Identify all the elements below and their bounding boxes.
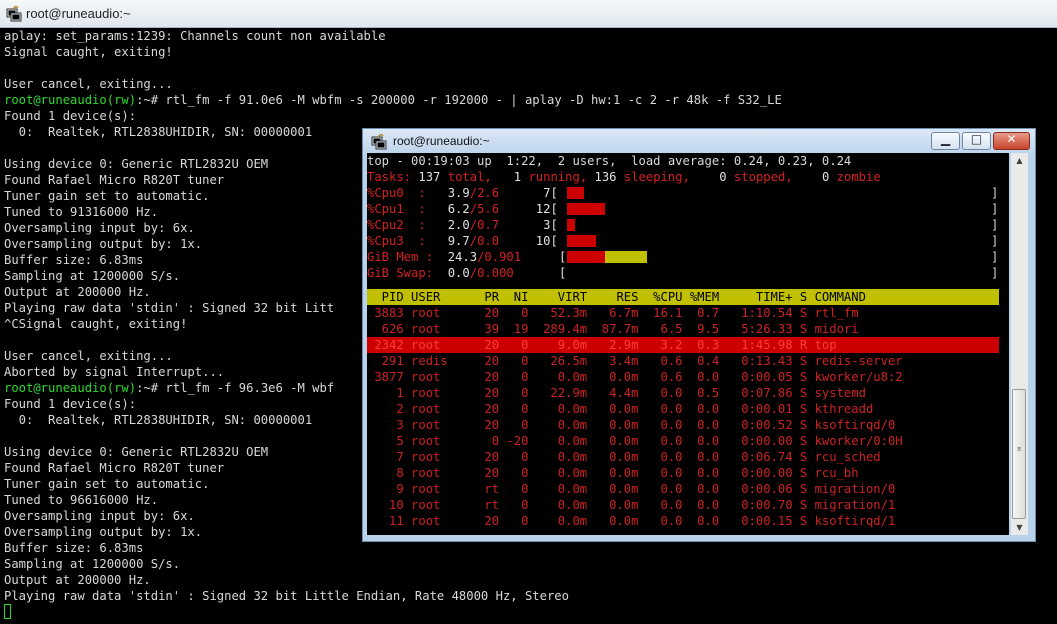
- process-row[interactable]: 291 redis 20 0 26.5m 3.4m 0.6 0.4 0:13.4…: [367, 353, 1009, 369]
- process-row[interactable]: 3 root 20 0 0.0m 0.0m 0.0 0.0 0:00.52 S …: [367, 417, 1009, 433]
- terminal-line: Playing raw data 'stdin' : Signed 32 bit…: [4, 589, 569, 603]
- terminal-line: aplay: set_params:1239: Channels count n…: [4, 29, 386, 43]
- process-row[interactable]: 9 root rt 0 0.0m 0.0m 0.0 0.0 0:00.06 S …: [367, 481, 1009, 497]
- tasks-total-label: total,: [440, 170, 492, 184]
- cpu-count: 10: [499, 234, 551, 248]
- terminal-line: Found 1 device(s):: [4, 109, 137, 123]
- tasks-running-label: running,: [521, 170, 588, 184]
- terminal-line: Output at 200000 Hz.: [4, 573, 151, 587]
- shell-command: :~# rtl_fm -f 96.3e6 -M wbf: [136, 381, 335, 395]
- tasks-zombie-label: zombie: [829, 170, 881, 184]
- process-row[interactable]: 10 root rt 0 0.0m 0.0m 0.0 0.0 0:00.70 S…: [367, 497, 1009, 513]
- swap-total: /0.000: [469, 266, 514, 280]
- cpu-label: %Cpu3 :: [367, 234, 426, 248]
- cpu-system: /0.7: [469, 218, 500, 232]
- process-row[interactable]: 2 root 20 0 0.0m 0.0m 0.0 0.0 0:00.01 S …: [367, 401, 1009, 417]
- cpu-line: %Cpu3 : 9.7/0.0 10[]: [367, 234, 999, 248]
- terminal-line: root@runeaudio(rw):~# rtl_fm -f 91.0e6 -…: [4, 92, 1054, 108]
- close-icon: ✕: [1006, 132, 1017, 146]
- cpu-user: 2.0: [425, 218, 470, 232]
- scrollbar-thumb[interactable]: ≡: [1012, 389, 1026, 519]
- cpu-label: %Cpu2 :: [367, 218, 426, 232]
- cpu-label: %Cpu0 :: [367, 186, 426, 200]
- mem-total: /0.901: [477, 250, 522, 264]
- swap-used: 0.0: [433, 266, 470, 280]
- process-row[interactable]: 1 root 20 0 22.9m 4.4m 0.0 0.5 0:07.86 S…: [367, 385, 1009, 401]
- process-row[interactable]: 626 root 39 19 289.4m 87.7m 6.5 9.5 5:26…: [367, 321, 1009, 337]
- swap-line: GiB Swap: 0.0/0.000[]: [367, 266, 999, 280]
- cpu-user: 3.9: [425, 186, 470, 200]
- tasks-line: Tasks: 137 total, 1 running, 136 sleepin…: [367, 169, 1009, 185]
- main-window-titlebar[interactable]: root@runeaudio:~: [0, 0, 1057, 28]
- process-row[interactable]: 2342 root 20 0 9.0m 2.9m 3.2 0.3 1:45.98…: [367, 337, 999, 353]
- cpu-line: %Cpu1 : 6.2/5.6 12[]: [367, 202, 999, 216]
- tasks-label: Tasks:: [367, 170, 412, 184]
- top-window[interactable]: root@runeaudio:~ ▁ □ ✕ top - 00:19:03 up…: [362, 128, 1036, 542]
- terminal-line: Sampling at 1200000 S/s.: [4, 557, 181, 571]
- tasks-sleeping-label: sleeping,: [616, 170, 690, 184]
- cpu-usage-bar: [567, 235, 596, 247]
- terminal-line: Buffer size: 6.83ms: [4, 541, 144, 555]
- text-cursor: [4, 604, 11, 619]
- top-window-titlebar[interactable]: root@runeaudio:~ ▁ □ ✕: [363, 129, 1035, 153]
- cpu-count: 3: [499, 218, 551, 232]
- top-summary-line: top - 00:19:03 up 1:22, 2 users, load av…: [367, 154, 852, 168]
- process-row[interactable]: 5 root 0 -20 0.0m 0.0m 0.0 0.0 0:00.00 S…: [367, 433, 1009, 449]
- cpu-usage-bar: [567, 203, 605, 215]
- main-window-title: root@runeaudio:~: [26, 6, 131, 21]
- process-row[interactable]: 8 root 20 0 0.0m 0.0m 0.0 0.0 0:00.00 S …: [367, 465, 1009, 481]
- process-row[interactable]: 11 root 20 0 0.0m 0.0m 0.0 0.0 0:00.15 S…: [367, 513, 1009, 529]
- cursor-line: [4, 604, 1054, 620]
- mem-used: 24.3: [433, 250, 478, 264]
- top-window-title: root@runeaudio:~: [393, 134, 490, 148]
- terminal-line: User cancel, exiting...: [4, 77, 173, 91]
- cpu-usage-bar: [567, 187, 584, 199]
- cpu-label: %Cpu1 :: [367, 202, 426, 216]
- cpu-user: 9.7: [425, 234, 470, 248]
- tasks-stopped-label: stopped,: [726, 170, 793, 184]
- process-table-header: PID USER PR NI VIRT RES %CPU %MEM TIME+ …: [367, 289, 999, 305]
- putty-icon: [371, 134, 387, 150]
- mem-label: GiB Mem :: [367, 250, 434, 264]
- shell-command: :~# rtl_fm -f 91.0e6 -M wbfm -s 200000 -…: [136, 93, 782, 107]
- maximize-icon: □: [970, 132, 983, 146]
- cpu-user: 6.2: [425, 202, 470, 216]
- scroll-up-icon[interactable]: ▲: [1011, 153, 1028, 168]
- cpu-count: 12: [499, 202, 551, 216]
- shell-prompt: root@runeaudio(rw): [4, 381, 137, 395]
- tasks-running: 1: [491, 170, 522, 184]
- process-row[interactable]: 7 root 20 0 0.0m 0.0m 0.0 0.0 0:06.74 S …: [367, 449, 1009, 465]
- cpu-system: /5.6: [469, 202, 500, 216]
- minimize-icon: ▁: [940, 132, 951, 146]
- tasks-zombie: 0: [792, 170, 830, 184]
- cpu-line: %Cpu2 : 2.0/0.7 3[]: [367, 218, 999, 232]
- cpu-count: 7: [499, 186, 551, 200]
- mem-line: GiB Mem : 24.3/0.901[]: [367, 250, 999, 264]
- putty-icon: [6, 6, 22, 22]
- process-row[interactable]: 3883 root 20 0 52.3m 6.7m 16.1 0.7 1:10.…: [367, 305, 1009, 321]
- maximize-button[interactable]: □: [962, 132, 991, 150]
- tasks-total: 137: [411, 170, 441, 184]
- cpu-system: /0.0: [469, 234, 500, 248]
- mem-bar-cache: [605, 251, 647, 263]
- tasks-sleeping: 136: [587, 170, 617, 184]
- shell-prompt: root@runeaudio(rw): [4, 93, 137, 107]
- minimize-button[interactable]: ▁: [931, 132, 960, 150]
- cpu-usage-bar: [567, 219, 575, 231]
- terminal-line: Signal caught, exiting!: [4, 45, 173, 59]
- cpu-line: %Cpu0 : 3.9/2.6 7[]: [367, 186, 999, 200]
- cpu-system: /2.6: [469, 186, 500, 200]
- swap-label: GiB Swap:: [367, 266, 434, 280]
- vertical-scrollbar[interactable]: ▲ ≡ ▼: [1011, 153, 1028, 535]
- tasks-stopped: 0: [689, 170, 727, 184]
- close-button[interactable]: ✕: [993, 132, 1030, 150]
- process-row[interactable]: 3877 root 20 0 0.0m 0.0m 0.6 0.0 0:00.05…: [367, 369, 1009, 385]
- top-terminal[interactable]: top - 00:19:03 up 1:22, 2 users, load av…: [367, 153, 1009, 535]
- scroll-down-icon[interactable]: ▼: [1011, 520, 1028, 535]
- mem-bar-used: [567, 251, 605, 263]
